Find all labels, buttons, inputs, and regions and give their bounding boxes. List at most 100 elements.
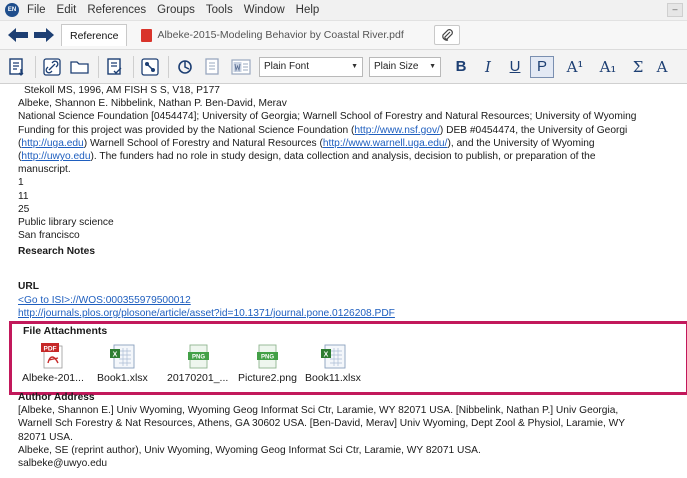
symbol-button[interactable]: Σ xyxy=(626,58,650,76)
find-fulltext-button[interactable] xyxy=(172,55,198,79)
author-address-text: Warnell Sch Forestry & Nat Resources, At… xyxy=(18,418,626,430)
endnote-app-icon: EN xyxy=(5,3,19,17)
forward-arrow-icon[interactable] xyxy=(31,25,57,45)
tab-reference[interactable]: Reference xyxy=(61,24,128,46)
funding-text: ). The funders had no role in study desi… xyxy=(90,150,596,162)
chevron-down-icon: ▼ xyxy=(351,63,358,70)
funding-text-line: (http://uga.edu) Warnell School of Fores… xyxy=(18,137,687,150)
attachment-name: Book1.xlsx xyxy=(97,372,148,384)
chevron-down-icon: ▼ xyxy=(429,63,436,70)
pdf-badge-text: PDF xyxy=(43,346,56,353)
toolbar-divider xyxy=(35,55,36,78)
font-select[interactable]: Plain Font ▼ xyxy=(259,56,363,77)
excel-file-icon: X xyxy=(320,344,346,369)
isi-link[interactable]: <Go to ISI>://WOS:000355979500012 xyxy=(18,294,687,307)
attachment-item-png[interactable]: PNG 20170201_... xyxy=(167,343,228,384)
pdf-file-icon: PDF xyxy=(40,343,63,369)
underline-button[interactable]: U xyxy=(503,58,527,75)
toolbar-divider xyxy=(168,55,169,78)
plos-pdf-link[interactable]: http://journals.plos.org/plosone/article… xyxy=(18,307,687,320)
formatting-toolbar: Plain Font ▼ Plain Size ▼ B I U P A¹ A₁ … xyxy=(0,50,687,84)
field-value: 11 xyxy=(18,190,29,202)
connect-button[interactable] xyxy=(137,55,163,79)
check-document-button[interactable] xyxy=(102,55,128,79)
funding-text: Funding for this project was provided by… xyxy=(18,124,355,136)
open-folder-button[interactable] xyxy=(67,55,93,79)
author-address-text: Albeke, SE (reprint author), Univ Wyomin… xyxy=(18,444,481,456)
pdf-icon xyxy=(141,28,153,42)
menu-references[interactable]: References xyxy=(87,4,146,16)
tab-pdf[interactable]: Albeke-2015-Modeling Behavior by Coastal… xyxy=(133,24,411,46)
menu-window[interactable]: Window xyxy=(244,4,285,16)
file-attachments-section: File Attachments PDF Albeke-201... X Boo… xyxy=(9,321,687,395)
funding-text: ) DEB #0454474, the University of Georgi xyxy=(439,124,628,136)
authors-line: Albeke, Shannon E. Nibbelink, Nathan P. … xyxy=(18,98,287,110)
png-file-icon: PNG xyxy=(257,344,279,369)
attachment-name: Book11.xlsx xyxy=(305,372,361,384)
plain-text-button[interactable]: P xyxy=(530,55,554,78)
menu-tools[interactable]: Tools xyxy=(206,4,233,16)
url-title: URL xyxy=(18,281,39,293)
folder-icon xyxy=(70,60,89,74)
attachment-name: Albeke-201... xyxy=(22,372,84,384)
attachment-name: 20170201_... xyxy=(167,372,229,384)
author-email: salbeke@uwyo.edu xyxy=(18,457,108,469)
menu-file[interactable]: File xyxy=(27,4,46,16)
attach-file-button[interactable] xyxy=(433,25,460,45)
size-select-value: Plain Size xyxy=(374,61,419,72)
field-value: 25 xyxy=(18,203,30,215)
italic-button[interactable]: I xyxy=(476,58,500,76)
cited-reference-line: Stekoll MS, 1996, AM FISH S S, V18, P177 xyxy=(24,85,220,96)
funding-text: ), and the University of Wyoming xyxy=(447,137,595,149)
uwyo-link[interactable]: http://uwyo.edu xyxy=(21,151,90,162)
annotate-button[interactable] xyxy=(200,55,226,79)
connect-icon xyxy=(141,57,159,76)
attachment-item-xlsx[interactable]: X Book1.xlsx xyxy=(97,343,148,384)
size-select[interactable]: Plain Size ▼ xyxy=(369,56,441,77)
minimize-button[interactable]: – xyxy=(667,3,683,17)
subscript-button[interactable]: A₁ xyxy=(593,58,623,76)
author-address-section[interactable]: Author Address [Albeke, Shannon E.] Univ… xyxy=(18,391,687,470)
superscript-button[interactable]: A¹ xyxy=(560,58,590,76)
png-badge-text: PNG xyxy=(261,354,274,360)
menu-groups[interactable]: Groups xyxy=(157,4,195,16)
uga-link[interactable]: http://uga.edu xyxy=(21,138,83,149)
file-attachments-title: File Attachments xyxy=(23,325,108,337)
funding-agencies-line: National Science Foundation [0454474]; U… xyxy=(18,111,637,123)
funding-text-line: Funding for this project was provided by… xyxy=(18,124,687,137)
nsf-link[interactable]: http://www.nsf.gov/ xyxy=(354,125,440,136)
xlsx-badge-text: X xyxy=(324,352,329,359)
research-notes-body[interactable] xyxy=(18,258,687,276)
menu-bar: EN File Edit References Groups Tools Win… xyxy=(0,0,687,21)
paperclip-icon xyxy=(442,29,453,41)
document-edit-icon xyxy=(205,57,219,75)
attachment-item-xlsx[interactable]: X Book11.xlsx xyxy=(305,343,361,384)
refresh-search-icon xyxy=(178,59,192,74)
font-select-value: Plain Font xyxy=(264,61,310,72)
attachment-item-pdf[interactable]: PDF Albeke-201... xyxy=(22,343,84,384)
png-badge-text: PNG xyxy=(192,354,205,360)
warnell-link[interactable]: http://www.warnell.uga.edu/ xyxy=(323,138,448,149)
attachment-item-png[interactable]: PNG Picture2.png xyxy=(238,343,297,384)
field-value: 1 xyxy=(18,177,24,189)
excel-file-icon: X xyxy=(110,344,135,369)
author-address-text: 82071 USA. xyxy=(18,431,73,443)
funding-text: ) Warnell School of Forestry and Natural… xyxy=(83,137,323,149)
menu-help[interactable]: Help xyxy=(296,4,320,16)
field-value: San francisco xyxy=(18,230,80,242)
link-button[interactable] xyxy=(39,55,65,79)
funding-text-line: (http://uwyo.edu). The funders had no ro… xyxy=(18,150,687,163)
more-format-button[interactable]: A xyxy=(653,58,671,76)
insert-citation-button[interactable] xyxy=(4,55,30,79)
bold-button[interactable]: B xyxy=(449,58,473,75)
back-arrow-icon[interactable] xyxy=(5,25,31,45)
research-notes-title: Research Notes xyxy=(18,246,96,258)
field-value: Public library science xyxy=(18,216,114,228)
png-file-icon: PNG xyxy=(187,344,209,369)
link-icon xyxy=(43,57,61,76)
toolbar-divider xyxy=(98,55,99,78)
word-export-button[interactable] xyxy=(228,55,254,79)
tab-pdf-label: Albeke-2015-Modeling Behavior by Coastal… xyxy=(157,29,404,41)
menu-edit[interactable]: Edit xyxy=(57,4,77,16)
funding-text-line: manuscript. xyxy=(18,164,71,176)
